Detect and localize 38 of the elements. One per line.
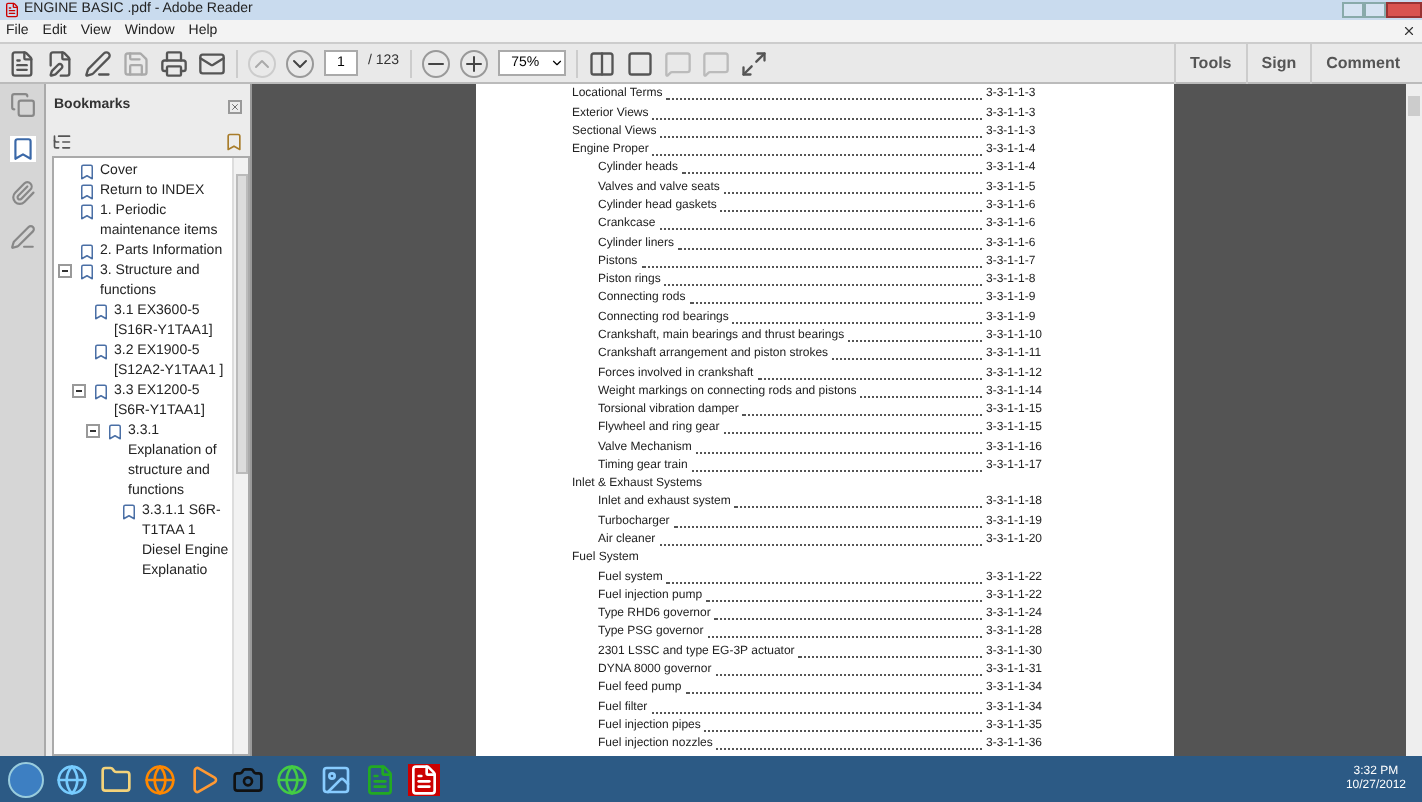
caret-icon: [549, 56, 564, 70]
close-button[interactable]: [1386, 1, 1422, 17]
zoom-out-icon[interactable]: [421, 49, 450, 77]
picture-icon[interactable]: [320, 763, 352, 795]
folder-icon[interactable]: [100, 763, 132, 795]
bookmark-icon: [120, 502, 138, 522]
dot-leader: [860, 395, 982, 398]
scrollbar[interactable]: [232, 158, 248, 754]
signature-icon[interactable]: [9, 224, 35, 250]
bookmark-icon[interactable]: [9, 136, 35, 162]
bookmark-add-icon[interactable]: [224, 132, 244, 152]
close-icon[interactable]: [1402, 24, 1416, 38]
collapse-icon[interactable]: [58, 264, 72, 278]
full-screen-icon[interactable]: [739, 49, 768, 77]
pdf-reader-icon[interactable]: [408, 763, 440, 795]
document-icon[interactable]: [46, 49, 74, 77]
camera-icon[interactable]: [232, 763, 264, 795]
collapse-icon[interactable]: [86, 424, 100, 438]
document-icon[interactable]: [8, 49, 36, 77]
edit-icon[interactable]: [84, 49, 112, 77]
collapse-icon[interactable]: [72, 384, 86, 398]
paperclip-icon[interactable]: [9, 180, 35, 206]
pages-icon[interactable]: [9, 92, 35, 118]
zoom-in-icon[interactable]: [459, 49, 488, 77]
options-icon[interactable]: [52, 132, 72, 152]
fit-page-icon[interactable]: [625, 49, 654, 77]
spreadsheet-icon[interactable]: [364, 763, 396, 795]
browser-icon[interactable]: [144, 763, 176, 795]
print-icon[interactable]: [160, 49, 188, 77]
mail-icon[interactable]: [198, 49, 226, 77]
browser-icon[interactable]: [276, 763, 308, 795]
document-icon: [4, 2, 20, 18]
start-button[interactable]: [8, 761, 44, 797]
browser-icon[interactable]: [56, 763, 88, 795]
media-player-icon[interactable]: [188, 763, 220, 795]
scrollbar[interactable]: [1406, 84, 1422, 756]
fit-width-icon[interactable]: [587, 49, 616, 77]
dot-leader: [848, 339, 982, 342]
